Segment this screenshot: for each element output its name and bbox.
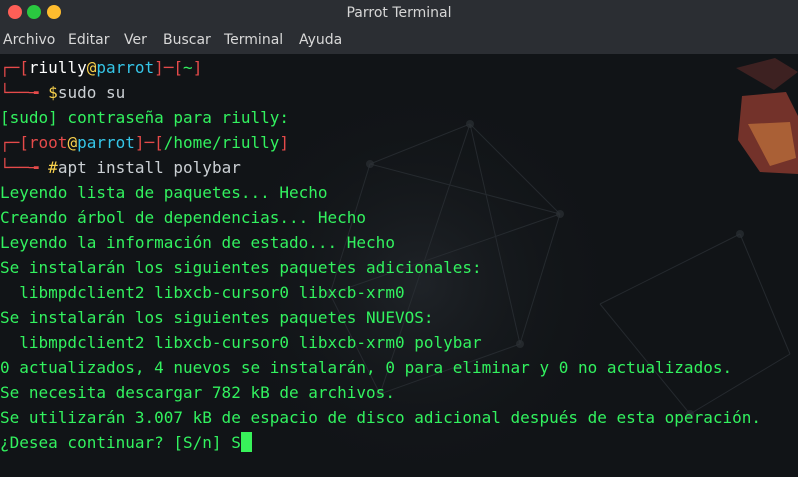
prompt-user: riully bbox=[28, 58, 87, 77]
prompt-box-close: ] bbox=[192, 58, 203, 77]
shell-symbol: $ bbox=[48, 83, 58, 102]
output-line: Leyendo lista de paquetes... Hecho bbox=[0, 183, 328, 202]
prompt-at: @ bbox=[67, 133, 78, 152]
prompt-box-open: ┌─[ bbox=[0, 133, 29, 152]
prompt-separator: ]─[ bbox=[154, 58, 184, 77]
menu-archivo[interactable]: Archivo bbox=[3, 32, 55, 48]
terminal-window: Parrot Terminal Archivo Editar Ver Busca… bbox=[0, 0, 798, 477]
output-line: Se necesita descargar 782 kB de archivos… bbox=[0, 383, 395, 402]
confirmation-prompt[interactable]: ¿Desea continuar? [S/n] S bbox=[0, 432, 252, 454]
output-line: libmpdclient2 libxcb-cursor0 libxcb-xrm0… bbox=[0, 333, 482, 352]
confirmation-answer: S bbox=[231, 433, 241, 452]
command-text: apt install polybar bbox=[57, 158, 241, 177]
sudo-password-prompt: [sudo] contraseña para riully: bbox=[0, 108, 289, 127]
window-title: Parrot Terminal bbox=[346, 5, 452, 21]
menu-bar: Archivo Editar Ver Buscar Terminal Ayuda bbox=[0, 26, 798, 54]
output-line: Se instalarán los siguientes paquetes NU… bbox=[0, 308, 434, 327]
output-line: Creando árbol de dependencias... Hecho bbox=[0, 208, 367, 227]
output-line: Se utilizarán 3.007 kB de espacio de dis… bbox=[0, 408, 761, 427]
menu-terminal[interactable]: Terminal bbox=[224, 32, 283, 48]
confirmation-question: ¿Desea continuar? [S/n] bbox=[0, 433, 232, 452]
prompt-host: parrot bbox=[96, 58, 155, 77]
command-line-2: └──╼ #apt install polybar bbox=[0, 157, 241, 179]
prompt-line-2: ┌─[root@parrot]─[/home/riully] bbox=[0, 132, 289, 154]
prompt-line-1: ┌─[riully@parrot]─[~] bbox=[0, 57, 202, 79]
prompt-user: root bbox=[28, 133, 68, 152]
output-line: Leyendo la información de estado... Hech… bbox=[0, 233, 395, 252]
prompt-box-open: ┌─[ bbox=[0, 58, 29, 77]
prompt-at: @ bbox=[86, 58, 97, 77]
menu-ver[interactable]: Ver bbox=[124, 32, 147, 48]
prompt-box-close: ] bbox=[279, 133, 290, 152]
command-text: sudo su bbox=[57, 83, 126, 102]
menu-buscar[interactable]: Buscar bbox=[163, 32, 211, 48]
command-prefix: └──╼ bbox=[0, 83, 49, 102]
terminal-output-area[interactable]: ┌─[riully@parrot]─[~] └──╼ $sudo su [sud… bbox=[0, 54, 798, 477]
title-bar: Parrot Terminal bbox=[0, 0, 798, 26]
output-line: 0 actualizados, 4 nuevos se instalarán, … bbox=[0, 358, 733, 377]
prompt-separator: ]─[ bbox=[134, 133, 164, 152]
command-prefix: └──╼ bbox=[0, 158, 49, 177]
terminal-cursor bbox=[240, 432, 252, 452]
command-line-1: └──╼ $sudo su bbox=[0, 82, 125, 104]
prompt-path: /home/riully bbox=[163, 133, 280, 152]
prompt-path: ~ bbox=[183, 58, 193, 77]
menu-ayuda[interactable]: Ayuda bbox=[299, 32, 342, 48]
menu-editar[interactable]: Editar bbox=[68, 32, 109, 48]
prompt-host: parrot bbox=[77, 133, 135, 152]
output-line: libmpdclient2 libxcb-cursor0 libxcb-xrm0 bbox=[0, 283, 405, 302]
output-line: Se instalarán los siguientes paquetes ad… bbox=[0, 258, 482, 277]
root-shell-symbol: # bbox=[48, 158, 58, 177]
